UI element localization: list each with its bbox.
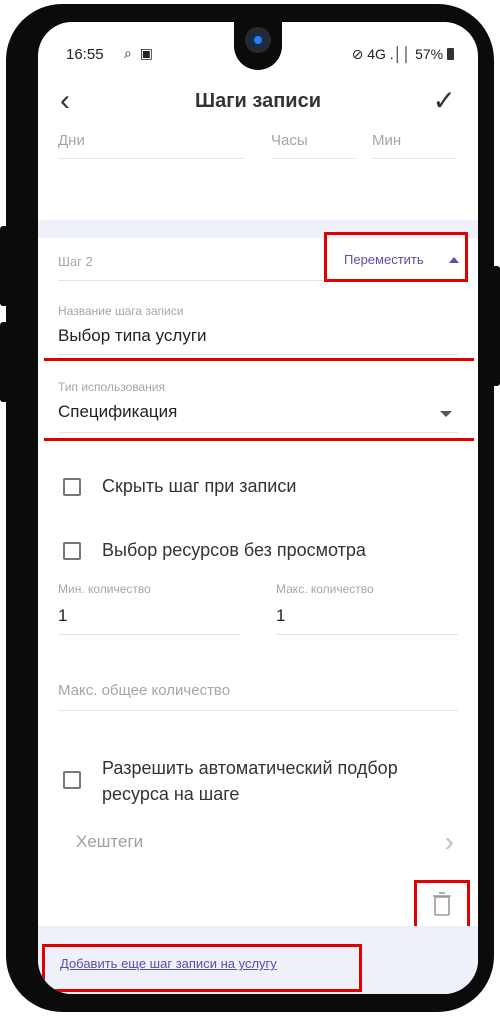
max-total-quantity-input[interactable]: Макс. общее количество xyxy=(58,682,230,699)
resource-choice-label: Выбор ресурсов без просмотра xyxy=(102,540,366,560)
phone-side-button-left-upper xyxy=(0,226,8,306)
signal-icon: ⊘ 4G .││ xyxy=(351,46,412,62)
screen: 16:55 ⌕ ▣ ⊘ 4G .││ 57% ‹ Шаги записи ✓ Д… xyxy=(38,22,478,994)
status-notification-icons: ⌕ ▣ xyxy=(124,45,155,61)
phone-side-button-left-lower xyxy=(0,322,8,402)
minutes-input[interactable]: Мин xyxy=(372,132,401,149)
phone-side-button-right xyxy=(492,266,500,386)
auto-select-checkbox[interactable] xyxy=(63,771,81,789)
status-bar: 16:55 ⌕ ▣ ⊘ 4G .││ 57% xyxy=(38,44,478,68)
highlight-add-step xyxy=(42,944,362,992)
max-quantity-label: Макс. количество xyxy=(276,582,374,596)
step-name-label: Название шага записи xyxy=(58,304,184,318)
hours-underline xyxy=(271,158,355,159)
max-total-underline xyxy=(58,710,458,711)
dropdown-arrow-icon[interactable] xyxy=(440,411,452,417)
app-bar: ‹ Шаги записи ✓ xyxy=(38,80,478,128)
page-title: Шаги записи xyxy=(195,90,321,112)
battery-icon xyxy=(447,48,454,60)
usage-type-select[interactable]: Спецификация xyxy=(58,402,177,422)
battery-level: 57% xyxy=(415,46,444,62)
step-label: Шаг 2 xyxy=(58,254,93,269)
usage-type-label: Тип использования xyxy=(58,380,165,394)
confirm-check-icon[interactable]: ✓ xyxy=(433,84,456,117)
phone-frame: 16:55 ⌕ ▣ ⊘ 4G .││ 57% ‹ Шаги записи ✓ Д… xyxy=(0,4,500,1012)
resource-choice-checkbox[interactable] xyxy=(63,542,81,560)
hashtags-row[interactable]: Хештеги › xyxy=(58,822,458,862)
min-quantity-input[interactable]: 1 xyxy=(58,606,67,626)
auto-select-label-line1: Разрешить автоматический подбор xyxy=(102,758,398,778)
usage-type-underline xyxy=(58,432,458,433)
hide-step-checkbox[interactable] xyxy=(63,478,81,496)
hours-input[interactable]: Часы xyxy=(271,132,308,149)
highlight-move-step xyxy=(324,232,468,282)
status-time: 16:55 xyxy=(66,46,104,63)
minutes-underline xyxy=(372,158,456,159)
hide-step-label: Скрыть шаг при записи xyxy=(102,476,297,496)
auto-select-label: Разрешить автоматический подбор ресурса … xyxy=(102,755,398,807)
status-right: ⊘ 4G .││ 57% xyxy=(352,46,454,63)
max-quantity-underline xyxy=(276,634,458,635)
days-input[interactable]: Дни xyxy=(58,132,85,149)
min-quantity-label: Мин. количество xyxy=(58,582,151,596)
step-name-underline xyxy=(58,354,458,355)
max-quantity-input[interactable]: 1 xyxy=(276,606,285,626)
hashtags-label: Хештеги xyxy=(76,832,144,851)
chevron-right-icon: › xyxy=(444,826,454,857)
min-quantity-underline xyxy=(58,634,240,635)
auto-select-label-line2: ресурса на шаге xyxy=(102,784,240,804)
highlight-delete xyxy=(414,880,470,932)
step-name-input[interactable]: Выбор типа услуги xyxy=(58,326,207,346)
highlight-step-name xyxy=(44,358,474,361)
highlight-usage-type xyxy=(44,438,474,441)
days-underline xyxy=(58,158,244,159)
